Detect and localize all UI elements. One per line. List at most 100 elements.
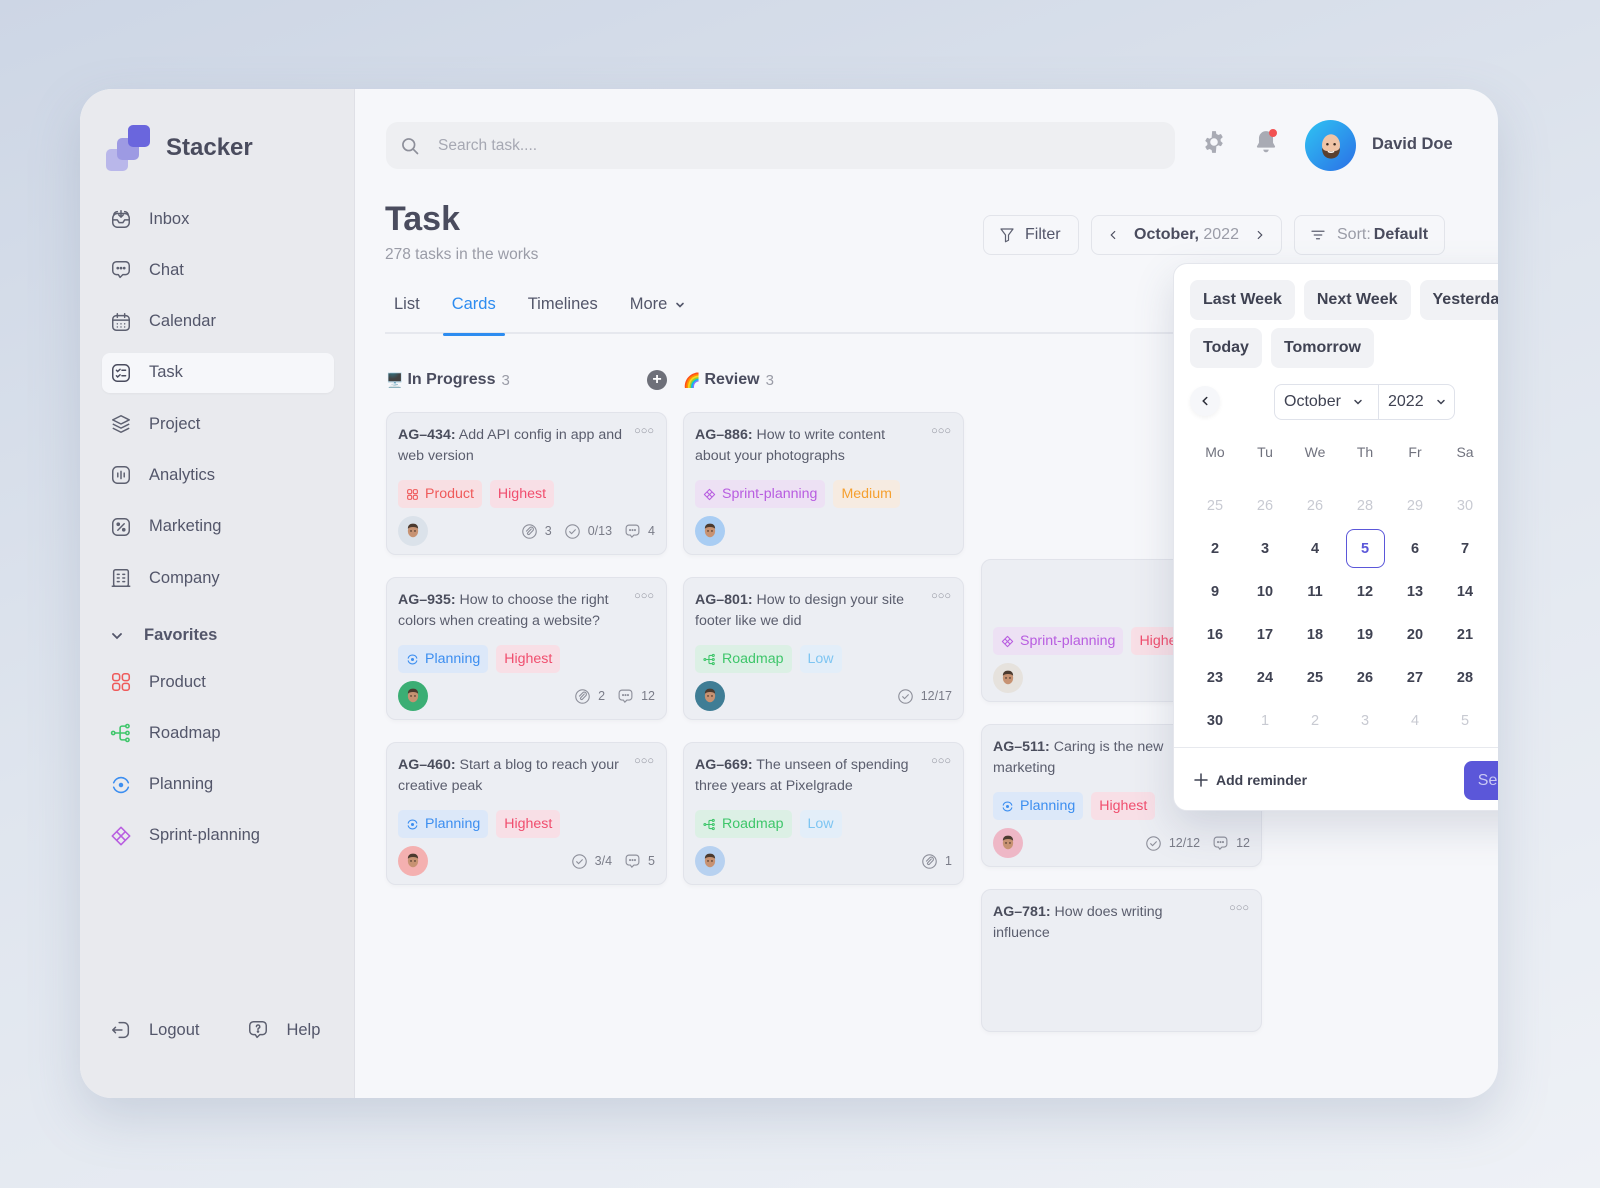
quick-option-tomorrow[interactable]: Tomorrow	[1270, 328, 1374, 368]
calendar-day[interactable]: 3	[1240, 527, 1290, 570]
calendar-day[interactable]: 24	[1240, 656, 1290, 699]
category-tag[interactable]: Planning	[398, 810, 489, 838]
sidebar-item-company[interactable]: Company	[102, 558, 334, 598]
calendar-day[interactable]: 10	[1240, 570, 1290, 613]
more-options-icon[interactable]: ○○○	[634, 590, 654, 602]
calendar-day[interactable]: 4	[1290, 527, 1340, 570]
category-tag[interactable]: Sprint-planning	[993, 627, 1124, 655]
priority-tag[interactable]: Highest	[1091, 792, 1156, 820]
calendar-day[interactable]: 27	[1390, 656, 1440, 699]
calendar-day[interactable]: 26	[1340, 656, 1390, 699]
calendar-day[interactable]: 13	[1390, 570, 1440, 613]
calendar-day[interactable]: 9	[1190, 570, 1240, 613]
priority-tag[interactable]: Highest	[496, 810, 561, 838]
calendar-day[interactable]: 30	[1190, 699, 1240, 742]
notifications-button[interactable]	[1253, 129, 1279, 155]
chevron-left-icon[interactable]	[1106, 228, 1120, 242]
sidebar-item-analytics[interactable]: Analytics	[102, 455, 334, 495]
assignee-avatar[interactable]	[398, 681, 428, 711]
calendar-day[interactable]: 17	[1240, 613, 1290, 656]
logout-button[interactable]: Logout	[110, 1019, 199, 1041]
more-options-icon[interactable]: ○○○	[634, 755, 654, 767]
priority-tag[interactable]: Low	[799, 645, 842, 673]
calendar-day[interactable]: 8	[1490, 527, 1498, 570]
sort-button[interactable]: Sort: Default	[1294, 215, 1445, 255]
favorite-item-product[interactable]: Product	[102, 662, 334, 702]
calendar-day[interactable]: 20	[1390, 613, 1440, 656]
favorite-item-roadmap[interactable]: Roadmap	[102, 713, 334, 753]
calendar-day[interactable]: 4	[1390, 699, 1440, 742]
task-card[interactable]: AG–886: How to write content about your …	[683, 412, 964, 555]
user-avatar[interactable]	[1305, 120, 1356, 171]
calendar-day[interactable]: 26	[1240, 484, 1290, 527]
more-options-icon[interactable]: ○○○	[931, 590, 951, 602]
assignee-avatar[interactable]	[695, 681, 725, 711]
tab-timelines[interactable]: Timelines	[519, 285, 607, 334]
calendar-day[interactable]: 23	[1190, 656, 1240, 699]
assignee-avatar[interactable]	[695, 516, 725, 546]
month-select[interactable]: October	[1275, 385, 1379, 419]
sidebar-item-calendar[interactable]: Calendar	[102, 302, 334, 342]
logo[interactable]: Stacker	[106, 125, 253, 171]
select-date-button[interactable]: Select	[1464, 761, 1498, 800]
user-name[interactable]: David Doe	[1372, 135, 1453, 154]
calendar-day[interactable]: 21	[1440, 613, 1490, 656]
tab-cards[interactable]: Cards	[442, 285, 505, 336]
favorite-item-planning[interactable]: Planning	[102, 765, 334, 805]
category-tag[interactable]: Product	[398, 480, 482, 508]
priority-tag[interactable]: Medium	[833, 480, 900, 508]
calendar-day[interactable]: 25	[1190, 484, 1240, 527]
assignee-avatar[interactable]	[993, 828, 1023, 858]
calendar-day[interactable]: 5	[1440, 699, 1490, 742]
help-button[interactable]: Help	[247, 1019, 320, 1041]
quick-option-yesterday[interactable]: Yesterday	[1419, 280, 1498, 320]
task-card[interactable]: AG–669: The unseen of spending three yea…	[683, 742, 964, 885]
more-options-icon[interactable]: ○○○	[931, 425, 951, 437]
sidebar-item-project[interactable]: Project	[102, 404, 334, 444]
calendar-day[interactable]: 2	[1290, 699, 1340, 742]
calendar-day[interactable]: 6	[1490, 699, 1498, 742]
prev-month-button[interactable]	[1190, 386, 1220, 416]
calendar-day[interactable]: 26	[1290, 484, 1340, 527]
calendar-day[interactable]: 3	[1340, 699, 1390, 742]
category-tag[interactable]: Planning	[993, 792, 1084, 820]
calendar-day[interactable]: 22	[1490, 613, 1498, 656]
quick-option-last-week[interactable]: Last Week	[1190, 280, 1295, 320]
more-options-icon[interactable]: ○○○	[931, 755, 951, 767]
search-bar[interactable]	[386, 122, 1175, 169]
task-card[interactable]: AG–434: Add API config in app and web ve…	[386, 412, 667, 555]
priority-tag[interactable]: Highest	[496, 645, 561, 673]
calendar-day[interactable]: 29	[1390, 484, 1440, 527]
calendar-day[interactable]: 1	[1490, 484, 1498, 527]
priority-tag[interactable]: Low	[799, 810, 842, 838]
favorites-toggle[interactable]: Favorites	[110, 626, 217, 645]
calendar-day[interactable]: 15	[1490, 570, 1498, 613]
assignee-avatar[interactable]	[398, 846, 428, 876]
category-tag[interactable]: Sprint-planning	[695, 480, 826, 508]
task-card[interactable]: AG–460: Start a blog to reach your creat…	[386, 742, 667, 885]
search-input[interactable]	[438, 136, 1138, 155]
calendar-day[interactable]: 11	[1290, 570, 1340, 613]
calendar-day[interactable]: 14	[1440, 570, 1490, 613]
settings-button[interactable]	[1201, 129, 1227, 155]
assignee-avatar[interactable]	[695, 846, 725, 876]
calendar-day[interactable]: 28	[1440, 656, 1490, 699]
calendar-day[interactable]: 18	[1290, 613, 1340, 656]
sidebar-item-inbox[interactable]: Inbox	[102, 199, 334, 239]
year-select[interactable]: 2022	[1379, 385, 1446, 419]
calendar-day[interactable]: 29	[1490, 656, 1498, 699]
quick-option-today[interactable]: Today	[1190, 328, 1262, 368]
add-card-button[interactable]: +	[647, 370, 667, 390]
calendar-day[interactable]: 12	[1340, 570, 1390, 613]
calendar-day[interactable]: 2	[1190, 527, 1240, 570]
add-reminder-button[interactable]: Add reminder	[1194, 772, 1307, 788]
sidebar-item-chat[interactable]: Chat	[102, 250, 334, 290]
calendar-day-selected[interactable]: 5	[1340, 527, 1390, 570]
calendar-day[interactable]: 6	[1390, 527, 1440, 570]
calendar-day[interactable]: 1	[1240, 699, 1290, 742]
calendar-day[interactable]: 30	[1440, 484, 1490, 527]
sidebar-item-task[interactable]: Task	[102, 352, 334, 393]
quick-option-next-week[interactable]: Next Week	[1303, 280, 1411, 320]
more-options-icon[interactable]: ○○○	[1229, 902, 1249, 914]
task-card[interactable]: AG–935: How to choose the right colors w…	[386, 577, 667, 720]
